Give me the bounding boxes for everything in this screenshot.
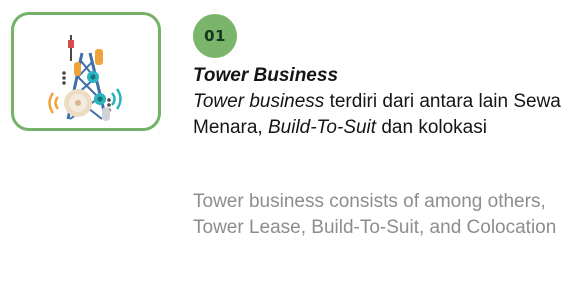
- telecom-tower-icon: [48, 35, 122, 121]
- step-number-badge: 01: [193, 14, 237, 58]
- italic-lead-text: Tower business: [193, 91, 325, 112]
- icon-card: [11, 12, 161, 131]
- description-english: Tower business consists of among others,…: [193, 191, 557, 238]
- section-heading: Tower Business: [193, 65, 339, 86]
- description-indonesian: Tower business terdiri dari antara lain …: [193, 89, 578, 141]
- description-text-part2: dan kolokasi: [376, 117, 487, 138]
- italic-mid-text: Build-To-Suit: [267, 117, 377, 138]
